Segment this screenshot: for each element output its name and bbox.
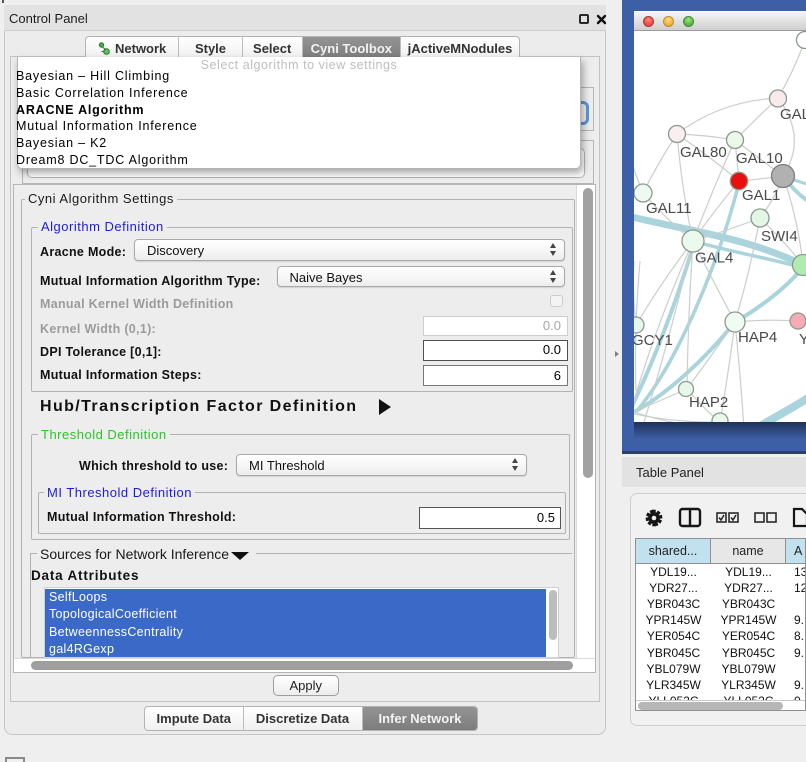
svg-text:GAL10: GAL10 [736, 150, 783, 167]
svg-text:GAL1: GAL1 [742, 187, 780, 204]
svg-text:HAP4: HAP4 [738, 329, 777, 346]
svg-text:GAL11: GAL11 [646, 200, 692, 217]
svg-text:GAL80: GAL80 [680, 144, 727, 161]
svg-text:HAP2: HAP2 [689, 394, 728, 411]
svg-text:SWI4: SWI4 [761, 228, 798, 245]
svg-text:GAL4: GAL4 [695, 250, 733, 267]
svg-text:GAL2: GAL2 [780, 106, 806, 123]
svg-text:GCY1: GCY1 [634, 332, 673, 349]
svg-text:Y: Y [799, 331, 806, 348]
